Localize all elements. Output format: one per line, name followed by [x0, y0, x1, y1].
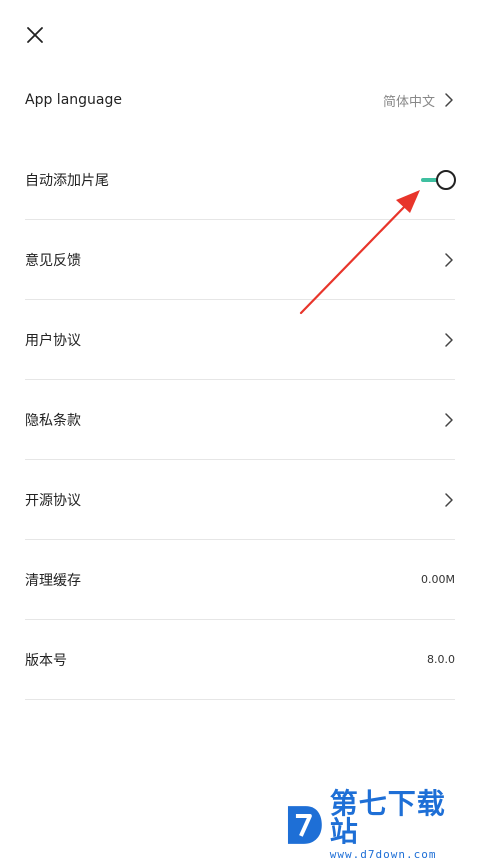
settings-row-label: 用户协议: [25, 332, 81, 349]
d7-logo-icon: [287, 806, 322, 844]
watermark: 第七下载站 www.d7down.com: [284, 790, 474, 860]
settings-row-feedback[interactable]: 意见反馈: [25, 220, 455, 300]
settings-row-label: 清理缓存: [25, 572, 81, 589]
cache-size-value: 0.00M: [421, 573, 455, 586]
settings-row-version: 版本号 8.0.0: [25, 620, 455, 700]
version-value: 8.0.0: [427, 653, 455, 666]
settings-row-label: 意见反馈: [25, 252, 81, 269]
close-icon: [27, 27, 43, 43]
language-value: 简体中文: [382, 94, 435, 110]
close-button[interactable]: [20, 20, 50, 50]
watermark-url: www.d7down.com: [329, 848, 437, 861]
settings-list: App language 简体中文 自动添加片尾 意见反馈 用户协议 隐私条款: [25, 60, 457, 700]
settings-row-user-agreement[interactable]: 用户协议: [25, 300, 455, 380]
settings-row-privacy[interactable]: 隐私条款: [25, 380, 455, 460]
chevron-right-icon: [445, 332, 453, 347]
watermark-text: 第七下载站 www.d7down.com: [329, 787, 474, 861]
watermark-title: 第七下载站: [329, 787, 446, 848]
settings-row-label: App language: [25, 92, 122, 108]
chevron-right-icon: [445, 93, 453, 107]
settings-row-right: 简体中文: [383, 91, 455, 110]
settings-row-label: 版本号: [25, 652, 67, 669]
chevron-right-icon: [445, 492, 453, 507]
settings-row-label: 开源协议: [25, 492, 81, 509]
chevron-right-icon: [445, 412, 453, 427]
settings-row-auto-outro: 自动添加片尾: [25, 140, 457, 220]
settings-row-open-source[interactable]: 开源协议: [25, 460, 455, 540]
settings-row-label: 隐私条款: [25, 412, 81, 429]
chevron-right-icon: [445, 252, 453, 267]
auto-outro-toggle[interactable]: [421, 169, 457, 190]
settings-row-label: 自动添加片尾: [25, 172, 109, 189]
settings-row-app-language[interactable]: App language 简体中文: [25, 60, 455, 140]
settings-row-clear-cache[interactable]: 清理缓存 0.00M: [25, 540, 455, 620]
toggle-knob: [436, 169, 456, 190]
